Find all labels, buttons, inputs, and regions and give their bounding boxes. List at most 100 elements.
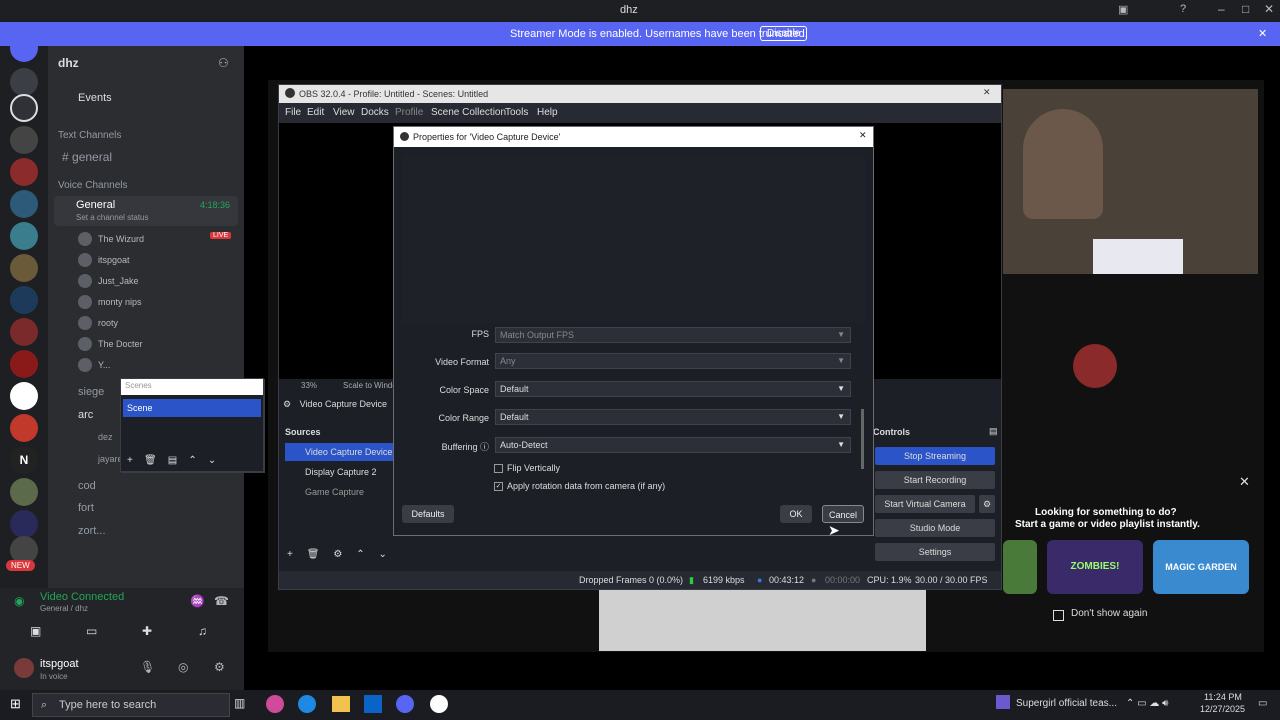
tray-icons[interactable]: ⌃ ▭ ☁ 🔊︎ [1126, 698, 1168, 709]
stop-streaming-button[interactable]: Stop Streaming [875, 447, 995, 465]
menu-scene-collection[interactable]: Scene Collection [431, 107, 506, 118]
headphones-icon[interactable]: ◎ [178, 660, 188, 674]
activity-icon[interactable]: ✚ [142, 624, 152, 638]
voice-channel[interactable]: cod [78, 480, 96, 492]
voice-channel[interactable]: siege [78, 386, 104, 398]
server-icon[interactable] [10, 68, 38, 96]
game-tile[interactable]: ZOMBIES! [1047, 540, 1143, 594]
voice-channel[interactable]: zort... [78, 525, 106, 537]
chevron-up-icon[interactable]: ⌃ [188, 455, 196, 466]
minimize-icon[interactable]: – [1218, 2, 1225, 16]
close-icon[interactable]: ✕ [1264, 2, 1274, 16]
cancel-button[interactable]: Cancel [822, 505, 864, 523]
flip-vertically-checkbox[interactable]: Flip Vertically [494, 463, 560, 474]
start-recording-button[interactable]: Start Recording [875, 471, 995, 489]
server-icon[interactable] [10, 318, 38, 346]
clock-date[interactable]: 12/27/2025 [1200, 704, 1245, 714]
windows-start-icon[interactable]: ⊞ [10, 696, 21, 712]
trash-icon[interactable]: 🗑︎ [307, 549, 320, 560]
gear-icon[interactable]: ⚙ [333, 549, 342, 560]
chevron-down-icon[interactable]: ⌄ [208, 455, 216, 466]
maximize-icon[interactable]: □ [1242, 2, 1249, 16]
gear-icon[interactable]: ⚙ [979, 495, 995, 513]
screen-share-tile[interactable] [599, 590, 926, 651]
home-icon[interactable] [10, 34, 38, 62]
voice-status-sub[interactable]: General / dhz [40, 604, 88, 613]
server-icon[interactable] [10, 350, 38, 378]
notifications-icon[interactable]: ▭ [1258, 698, 1267, 709]
menu-edit[interactable]: Edit [307, 107, 324, 118]
server-icon[interactable] [10, 478, 38, 506]
info-icon[interactable]: ⓘ [480, 442, 489, 452]
webcam-tile[interactable] [1003, 89, 1258, 274]
filter-icon[interactable]: ▤ [168, 455, 177, 466]
menu-docks[interactable]: Docks [361, 107, 389, 118]
dont-show-checkbox[interactable] [1053, 608, 1068, 622]
edge-icon[interactable] [298, 695, 316, 713]
chevron-down-icon[interactable]: ⌄ [379, 549, 387, 560]
fps-select[interactable]: Match Output FPS ▼ [495, 327, 851, 343]
server-name[interactable]: dhz [58, 56, 79, 70]
voice-member[interactable]: monty nips [78, 295, 142, 309]
add-icon[interactable]: + [287, 549, 293, 560]
menu-view[interactable]: View [333, 107, 355, 118]
events-link[interactable]: Events [78, 92, 112, 104]
color-range-select[interactable]: Default ▼ [495, 409, 851, 425]
text-channels-header[interactable]: Text Channels [58, 130, 121, 141]
voice-member[interactable]: Just_Jake [78, 274, 139, 288]
gear-icon[interactable]: ⚙ [283, 399, 291, 409]
taskbar-search[interactable]: ⌕ Type here to search [32, 693, 230, 717]
settings-icon[interactable]: ⚙ [214, 660, 225, 674]
channel-general[interactable]: # general [62, 150, 112, 164]
disable-button[interactable]: Disable [760, 26, 808, 41]
game-tile[interactable] [1003, 540, 1037, 594]
menu-profile[interactable]: Profile [395, 107, 423, 118]
menu-tools[interactable]: Tools [505, 107, 528, 118]
banner-close-icon[interactable]: ✕ [1258, 27, 1267, 40]
voice-channel[interactable]: fort [78, 502, 94, 514]
server-icon[interactable] [10, 126, 38, 154]
add-friend-icon[interactable]: ⚇ [218, 56, 229, 70]
screen-share-icon[interactable]: ▭ [86, 624, 97, 638]
dock-icon[interactable]: ▤ [989, 426, 998, 437]
scrollbar[interactable] [861, 409, 864, 469]
source-item[interactable]: Video Capture Device [285, 443, 395, 461]
clock-time[interactable]: 11:24 PM [1204, 692, 1242, 702]
trash-icon[interactable]: 🗑︎ [144, 455, 157, 466]
defaults-button[interactable]: Defaults [402, 505, 454, 523]
server-icon[interactable] [10, 510, 38, 538]
buffering-select[interactable]: Auto-Detect ▼ [495, 437, 851, 453]
disconnect-icon[interactable]: ☎ [214, 594, 229, 608]
voice-member[interactable]: itspgoat [78, 253, 130, 267]
voice-member[interactable]: The Docter [78, 337, 143, 351]
news-ticker[interactable]: Supergirl official teas... [1016, 698, 1117, 709]
noise-icon[interactable]: ♒ [190, 594, 205, 608]
voice-member[interactable]: Y... [78, 358, 110, 372]
chevron-up-icon[interactable]: ⌃ [356, 549, 364, 560]
discord-icon[interactable] [396, 695, 414, 713]
ok-button[interactable]: OK [780, 505, 812, 523]
obs-icon[interactable] [430, 695, 448, 713]
voice-channel[interactable]: arc [78, 409, 93, 421]
server-icon[interactable] [10, 254, 38, 282]
camera-icon[interactable]: ▣ [30, 624, 41, 638]
color-space-select[interactable]: Default ▼ [495, 381, 851, 397]
server-icon[interactable] [10, 414, 38, 442]
avatar[interactable] [14, 658, 34, 678]
voice-channels-header[interactable]: Voice Channels [58, 180, 128, 191]
close-icon[interactable]: ✕ [859, 130, 867, 141]
inbox-icon[interactable]: ▣ [1118, 3, 1128, 16]
voice-member[interactable]: rooty [78, 316, 118, 330]
server-icon[interactable] [10, 190, 38, 218]
server-icon[interactable] [10, 382, 38, 410]
server-icon[interactable]: N [10, 446, 38, 474]
server-icon[interactable] [10, 158, 38, 186]
task-view-icon[interactable]: ▥ [234, 696, 245, 710]
help-icon[interactable]: ? [1180, 3, 1186, 15]
voice-channel-general[interactable]: General Set a channel status 4:18:36 [54, 196, 238, 226]
voice-member[interactable]: The Wizurd [78, 232, 144, 246]
app-icon[interactable] [266, 695, 284, 713]
folder-icon[interactable] [332, 696, 350, 712]
video-format-select[interactable]: Any ▼ [495, 353, 851, 369]
source-item[interactable]: Game Capture [285, 483, 395, 501]
